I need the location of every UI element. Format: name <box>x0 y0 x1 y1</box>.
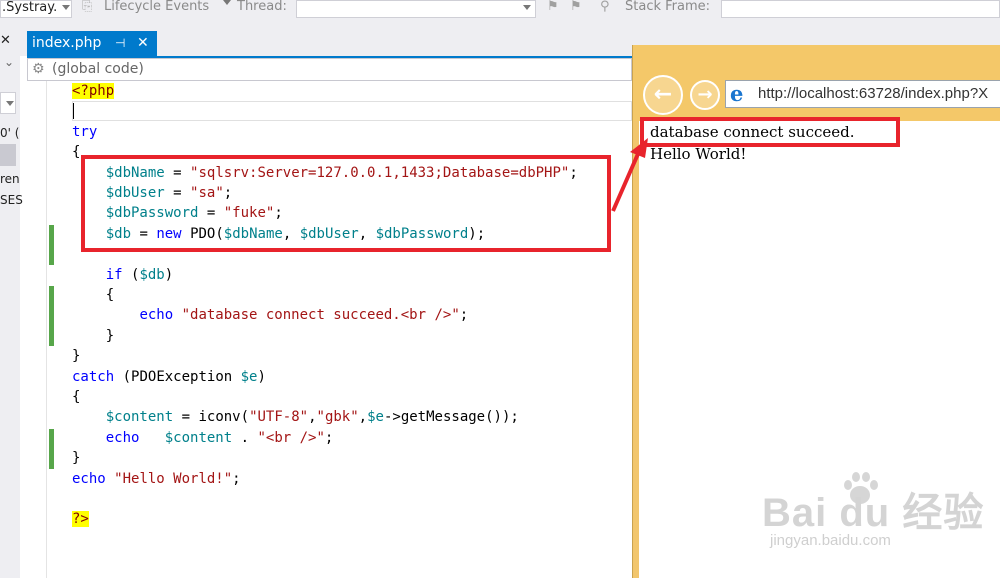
baidu-watermark: Bai du 经验 jingyan.baidu.com <box>762 470 992 570</box>
current-line-highlight <box>72 101 632 121</box>
code-line: <?php <box>72 83 115 99</box>
left-tool-panel: ✕ ⌄ 0' ( ren SES <box>0 20 23 578</box>
close-icon[interactable]: ✕ <box>137 31 149 56</box>
stack-frame-label: Stack Frame: <box>625 0 711 14</box>
code-highlight-box <box>81 155 611 252</box>
code-line: ?> <box>72 511 89 528</box>
left-panel-fragment: SES <box>0 193 23 207</box>
flag-icon[interactable]: ⚑ <box>547 0 559 18</box>
left-panel-fragment: 0' ( <box>0 126 20 140</box>
watermark-logo: Bai du 经验 <box>762 491 985 535</box>
chevron-down-icon[interactable] <box>223 0 231 18</box>
debug-toolbar: .Systray. ⎘ Lifecycle Events Thread: ⚑ ⚑… <box>0 0 1000 20</box>
code-line: if ($db) <box>105 266 174 283</box>
code-line: } <box>72 450 81 467</box>
back-button[interactable]: ← <box>643 75 683 115</box>
code-line: { <box>72 389 81 405</box>
address-url: http://localhost:63728/index.php?X <box>758 85 989 102</box>
code-line: echo "database connect succeed.<br />"; <box>139 307 469 324</box>
stack-frame-icon: ⚲ <box>600 0 610 14</box>
left-panel-selected-row[interactable] <box>0 144 16 166</box>
pin-icon[interactable]: ⌄ <box>4 55 14 69</box>
left-panel-fragment: ren <box>0 172 20 186</box>
lifecycle-icon: ⎘ <box>82 0 93 14</box>
code-line: try <box>72 123 98 140</box>
chevron-down-icon <box>62 5 70 10</box>
editor-gutter <box>27 81 47 578</box>
code-line: { <box>72 144 81 161</box>
process-combo[interactable]: .Systray. <box>0 0 72 18</box>
output-line-hello: Hello World! <box>650 145 747 163</box>
code-line: catch (PDOException $e) <box>72 368 266 385</box>
code-line: { <box>105 287 115 303</box>
scope-icon: ⚙ <box>32 61 45 77</box>
change-marker <box>49 286 54 346</box>
output-highlight-box <box>640 117 900 147</box>
close-icon[interactable]: ✕ <box>0 33 11 48</box>
code-line: echo "Hello World!"; <box>72 470 241 487</box>
address-bar[interactable]: e http://localhost:63728/index.php?X <box>725 80 1000 108</box>
watermark-url: jingyan.baidu.com <box>770 532 891 549</box>
code-line: $content = iconv("UTF-8","gbk",$e->getMe… <box>105 409 519 426</box>
process-combo-value: .Systray. <box>2 0 58 15</box>
change-marker <box>49 225 54 265</box>
thread-label: Thread: <box>237 0 287 14</box>
thread-combo[interactable] <box>296 0 536 18</box>
stack-frame-combo[interactable] <box>721 0 1000 18</box>
ie-icon: e <box>730 81 744 106</box>
tab-index-php[interactable]: index.php ⊣ ✕ <box>27 31 157 56</box>
code-line: } <box>72 348 81 365</box>
flag-filter-icon[interactable]: ⚑ <box>570 0 582 18</box>
chevron-down-icon <box>523 5 531 10</box>
tab-label: index.php <box>32 35 102 51</box>
arrow-left-icon: ← <box>653 82 673 107</box>
pin-icon[interactable]: ⊣ <box>115 31 125 56</box>
lifecycle-events-button[interactable]: Lifecycle Events <box>104 0 209 18</box>
left-panel-combo[interactable] <box>0 92 16 114</box>
code-line: } <box>105 327 115 344</box>
scope-navigation-bar[interactable]: ⚙ (global code) <box>27 58 632 81</box>
change-marker <box>49 429 54 469</box>
arrow-right-icon: → <box>697 84 713 105</box>
scope-label: (global code) <box>52 61 144 77</box>
chevron-down-icon <box>6 101 14 106</box>
code-line: echo $content . "<br />"; <box>105 429 334 446</box>
text-caret <box>73 103 74 119</box>
forward-button[interactable]: → <box>690 80 720 110</box>
